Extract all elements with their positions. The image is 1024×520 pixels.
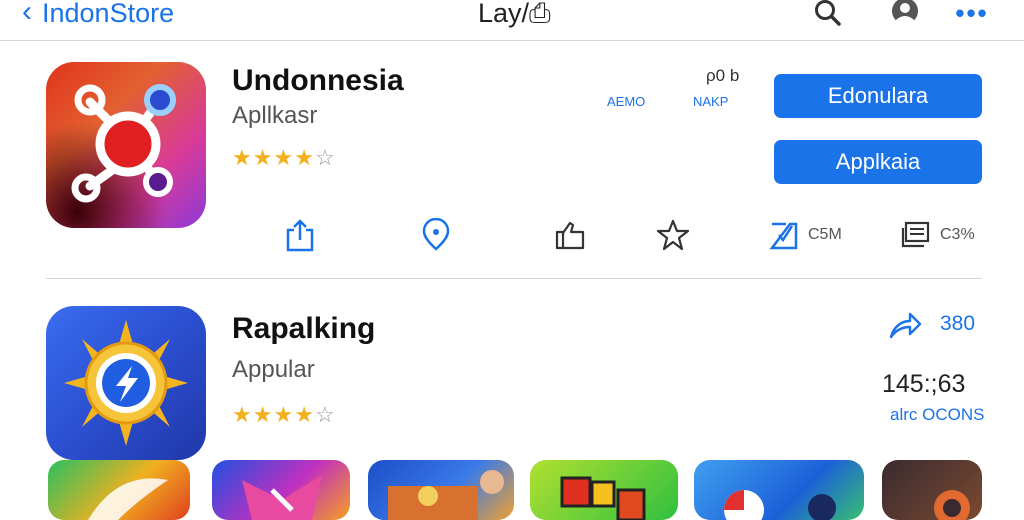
star-filled-icon: ★ xyxy=(252,402,274,427)
back-button[interactable]: ‹ IndonStore xyxy=(22,0,175,28)
app-name[interactable]: Undonnesia xyxy=(232,64,404,98)
star-filled-icon: ★ xyxy=(232,402,253,427)
account-icon xyxy=(892,0,918,24)
account-button[interactable] xyxy=(888,0,922,26)
primary-button[interactable]: Edonulara xyxy=(774,74,982,118)
top-bar: ‹ IndonStore Lay/⎙ ••• xyxy=(0,0,1024,41)
flag-icon xyxy=(242,475,322,520)
app-thumbnail[interactable] xyxy=(212,460,350,520)
back-label: IndonStore xyxy=(42,0,175,28)
leaf-icon xyxy=(88,478,168,520)
more-icon[interactable]: ••• xyxy=(950,0,994,28)
beach-ball-icon xyxy=(724,490,836,520)
meta-label: alrc OCONS xyxy=(890,405,985,424)
star-filled-icon: ★ xyxy=(252,145,274,170)
search-icon xyxy=(815,0,841,26)
document-button[interactable]: C3% xyxy=(900,218,975,252)
star-filled-icon: ★ xyxy=(294,145,315,170)
bookmark-count: C5M xyxy=(808,226,842,243)
share-count: 380 xyxy=(940,312,976,335)
star-icon xyxy=(656,219,690,251)
app-thumbnail[interactable] xyxy=(694,460,864,520)
favorite-button[interactable] xyxy=(656,218,690,252)
stat-value: ρ0 b xyxy=(706,66,740,85)
star-filled-icon: ★ xyxy=(294,402,315,427)
document-icon xyxy=(901,221,930,248)
app-category: Apllkasr xyxy=(232,102,318,129)
star-empty-icon: ☆ xyxy=(314,145,336,170)
network-graph-icon xyxy=(71,84,176,203)
app-name[interactable]: Rapalking xyxy=(232,312,375,346)
secondary-button[interactable]: Applkaia xyxy=(774,140,982,184)
bookmark-button[interactable]: C5M xyxy=(768,218,842,252)
time-value: 145:;63 xyxy=(882,370,966,398)
app-thumbnail[interactable] xyxy=(882,460,982,520)
divider xyxy=(46,278,982,279)
app-icon-rapalking[interactable] xyxy=(46,306,206,460)
forward-arrow-icon xyxy=(889,312,922,339)
app-icon-undonnesia[interactable] xyxy=(46,62,206,228)
share-button[interactable] xyxy=(284,218,316,252)
search-button[interactable] xyxy=(810,0,846,26)
character-icon xyxy=(388,470,504,520)
star-filled-icon: ★ xyxy=(273,145,295,170)
document-percent: C3% xyxy=(940,226,975,243)
like-button[interactable] xyxy=(554,218,586,252)
star-filled-icon: ★ xyxy=(273,402,295,427)
star-rating: ★★★★☆ xyxy=(232,145,336,171)
star-rating: ★★★★☆ xyxy=(232,402,336,428)
stat-label-b: NAKP xyxy=(693,94,729,109)
stat-label-a: AEMO xyxy=(607,94,646,109)
forward-button[interactable] xyxy=(888,310,922,345)
app-thumbnail[interactable] xyxy=(530,460,678,520)
star-filled-icon: ★ xyxy=(232,145,253,170)
thumbs-up-icon xyxy=(555,221,585,250)
location-pin-icon xyxy=(422,218,450,251)
page-title: Lay/⎙ xyxy=(478,0,551,28)
app-thumbnail[interactable] xyxy=(368,460,514,520)
share-icon xyxy=(286,219,314,252)
bookmark-icon xyxy=(769,222,798,250)
gear-ornament-icon xyxy=(934,490,970,520)
chevron-left-icon: ‹ xyxy=(22,0,32,28)
puzzle-blocks-icon xyxy=(560,476,646,520)
app-category: Appular xyxy=(232,356,315,383)
sun-badge-icon xyxy=(64,320,188,446)
location-button[interactable] xyxy=(420,218,452,252)
app-thumbnail[interactable] xyxy=(48,460,190,520)
star-empty-icon: ☆ xyxy=(314,402,336,427)
